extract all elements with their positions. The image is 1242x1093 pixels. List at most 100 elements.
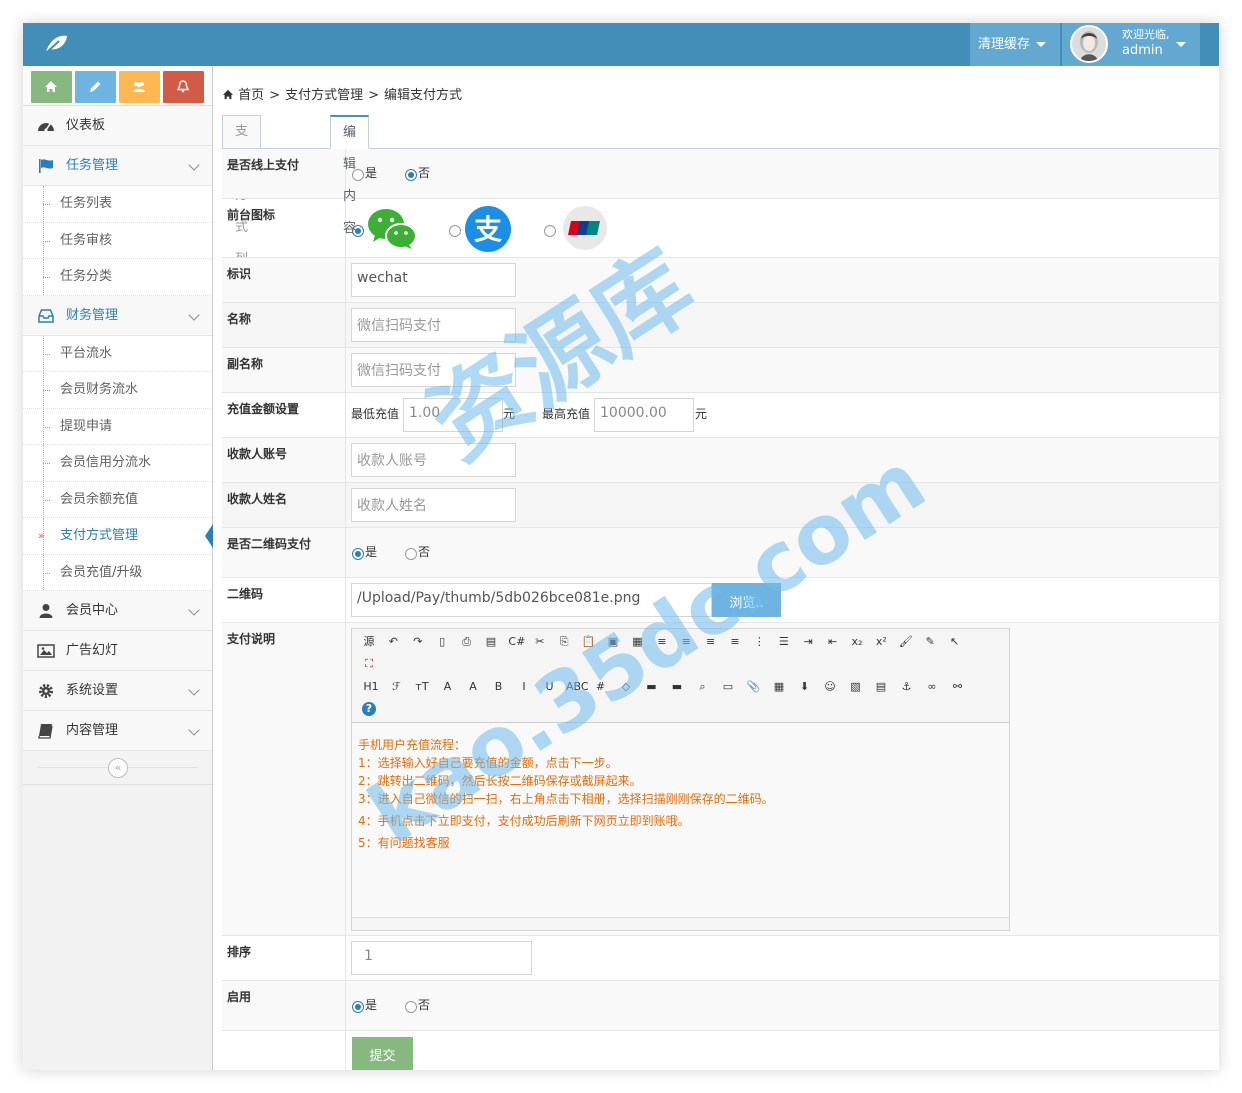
sidebar-subitem-credit-flow[interactable]: 会员信用分流水 bbox=[23, 445, 212, 482]
fullscreen-icon[interactable]: ⛶ bbox=[362, 657, 376, 671]
editor-tool-button[interactable]: ◇ bbox=[617, 680, 635, 694]
sidebar-subitem-balance-recharge[interactable]: 会员余额充值 bbox=[23, 481, 212, 518]
sidebar-subitem-member-upgrade[interactable]: 会员充值/升级 bbox=[23, 554, 212, 591]
editor-tool-button[interactable]: ↶ bbox=[386, 635, 400, 649]
editor-tool-button[interactable]: ▦ bbox=[630, 635, 644, 649]
bell-shortcut-button[interactable] bbox=[163, 71, 204, 103]
editor-tool-button[interactable]: ABC bbox=[566, 680, 589, 694]
editor-tool-button[interactable]: ⬇ bbox=[796, 680, 814, 694]
editor-tool-button[interactable]: ▦ bbox=[770, 680, 788, 694]
editor-tool-button[interactable]: ▧ bbox=[847, 680, 865, 694]
sidebar-item-task-management[interactable]: 任务管理 bbox=[23, 146, 212, 186]
editor-tool-button[interactable]: ☰ bbox=[777, 635, 791, 649]
ident-input[interactable]: wechat bbox=[351, 263, 516, 297]
breadcrumb-level1-link[interactable]: 支付方式管理 bbox=[285, 88, 363, 103]
qr-pay-yes-radio[interactable] bbox=[352, 548, 364, 560]
sidebar-item-system-settings[interactable]: 系统设置 bbox=[23, 671, 212, 711]
editor-tool-button[interactable]: ⚓ bbox=[898, 680, 916, 694]
editor-tool-button[interactable]: I bbox=[515, 680, 533, 694]
submit-button[interactable]: 提交 bbox=[352, 1037, 413, 1070]
editor-tool-button[interactable]: ▤ bbox=[872, 680, 890, 694]
icon-alipay-radio[interactable] bbox=[449, 225, 461, 237]
qrcode-path-input[interactable]: /Upload/Pay/thumb/5db026bce081e.png bbox=[351, 583, 712, 617]
enable-no-radio[interactable] bbox=[405, 1001, 417, 1013]
name-input[interactable]: 微信扫码支付 bbox=[351, 308, 516, 342]
sidebar-subitem-payment-methods[interactable]: » 支付方式管理 bbox=[23, 518, 213, 555]
editor-tool-button[interactable]: ▬ bbox=[668, 680, 686, 694]
editor-tool-button[interactable]: ⚯ bbox=[949, 680, 967, 694]
online-pay-no-radio[interactable] bbox=[405, 169, 417, 181]
editor-content[interactable]: 手机用户充值流程： 1：选择输入好自己要充值的金额，点击下一步。 2：跳转出二维… bbox=[352, 724, 1009, 917]
editor-tool-button[interactable]: x² bbox=[874, 635, 888, 649]
editor-tool-button[interactable]: ≡ bbox=[704, 635, 718, 649]
editor-tool-button[interactable]: ⋮ bbox=[752, 635, 766, 649]
subname-input[interactable]: 微信扫码支付 bbox=[351, 353, 516, 387]
clear-cache-dropdown[interactable]: 清理缓存 bbox=[970, 23, 1060, 66]
editor-tool-button[interactable]: тT bbox=[413, 680, 431, 694]
editor-tool-button[interactable]: 📎 bbox=[745, 680, 763, 694]
enable-yes-radio[interactable] bbox=[352, 1001, 364, 1013]
sidebar-item-content-management[interactable]: 内容管理 bbox=[23, 711, 212, 751]
editor-tool-button[interactable]: ⎙ bbox=[460, 635, 474, 649]
sidebar-subitem-task-review[interactable]: 任务审核 bbox=[23, 222, 212, 259]
sidebar-subitem-task-list[interactable]: 任务列表 bbox=[23, 186, 212, 223]
sidebar-item-ad-slides[interactable]: 广告幻灯 bbox=[23, 631, 212, 671]
editor-tool-button[interactable]: ↷ bbox=[411, 635, 425, 649]
editor-tool-button[interactable]: B bbox=[490, 680, 508, 694]
editor-tool-button[interactable]: ↖ bbox=[948, 635, 962, 649]
editor-tool-button[interactable]: ▭ bbox=[719, 680, 737, 694]
editor-tool-button[interactable]: U bbox=[541, 680, 559, 694]
editor-resize-bar[interactable] bbox=[352, 917, 1009, 930]
tab-payment-list[interactable]: 支付方式列表 bbox=[222, 115, 262, 299]
payee-account-input[interactable]: 收款人账号 bbox=[351, 443, 516, 477]
editor-tool-button[interactable]: ☺ bbox=[821, 680, 839, 694]
editor-tool-button[interactable]: ⌕ bbox=[694, 680, 712, 694]
editor-tool-button[interactable]: ▤ bbox=[484, 635, 498, 649]
editor-tool-button[interactable]: ≡ bbox=[728, 635, 742, 649]
payee-name-input[interactable]: 收款人姓名 bbox=[351, 488, 516, 522]
editor-tool-button[interactable]: x₂ bbox=[850, 635, 864, 649]
sidebar-collapse-button[interactable]: « bbox=[108, 758, 128, 778]
editor-tool-button[interactable]: ✎ bbox=[923, 635, 937, 649]
editor-tool-button[interactable]: ▣ bbox=[606, 635, 620, 649]
editor-tool-button[interactable]: # bbox=[592, 680, 610, 694]
browse-button[interactable]: 浏览.. bbox=[712, 583, 781, 617]
min-recharge-input[interactable]: 1.00 bbox=[403, 398, 503, 432]
editor-tool-button[interactable]: ▬ bbox=[643, 680, 661, 694]
editor-tool-button[interactable]: ⇥ bbox=[801, 635, 815, 649]
editor-tool-button[interactable]: 🖌 bbox=[899, 635, 913, 649]
editor-tool-button[interactable]: ℱ bbox=[388, 680, 406, 694]
sidebar-item-dashboard[interactable]: 仪表板 bbox=[23, 106, 212, 146]
sidebar-subitem-task-category[interactable]: 任务分类 bbox=[23, 259, 212, 296]
editor-tool-button[interactable]: H1 bbox=[362, 680, 380, 694]
icon-unionpay-radio[interactable] bbox=[544, 225, 556, 237]
home-shortcut-button[interactable] bbox=[31, 71, 72, 103]
help-icon[interactable]: ? bbox=[362, 702, 376, 716]
users-shortcut-button[interactable] bbox=[119, 71, 160, 103]
edit-shortcut-button[interactable] bbox=[75, 71, 116, 103]
sidebar-item-finance-management[interactable]: 财务管理 bbox=[23, 295, 212, 336]
max-recharge-input[interactable]: 10000.00 bbox=[594, 398, 694, 432]
editor-tool-button[interactable]: A bbox=[464, 680, 482, 694]
editor-tool-button[interactable]: ✂ bbox=[533, 635, 547, 649]
editor-tool-button[interactable]: ⇤ bbox=[826, 635, 840, 649]
sort-input[interactable]: 1 bbox=[351, 941, 532, 975]
sidebar-subitem-platform-flow[interactable]: 平台流水 bbox=[23, 335, 212, 372]
sidebar-subitem-withdraw-request[interactable]: 提现申请 bbox=[23, 408, 212, 445]
editor-tool-button[interactable]: 源 bbox=[362, 635, 376, 649]
editor-tool-button[interactable]: 📋 bbox=[582, 635, 596, 649]
sidebar-item-member-center[interactable]: 会员中心 bbox=[23, 591, 212, 631]
leaf-logo-icon[interactable] bbox=[43, 33, 69, 55]
editor-tool-button[interactable]: C# bbox=[508, 635, 525, 649]
editor-tool-button[interactable]: ⎘ bbox=[557, 635, 571, 649]
user-menu[interactable]: 欢迎光临, admin bbox=[1062, 23, 1200, 66]
breadcrumb-home-link[interactable]: 首页 bbox=[238, 88, 264, 103]
tab-edit-content[interactable]: 编辑内容 bbox=[330, 115, 370, 236]
editor-tool-button[interactable]: A bbox=[439, 680, 457, 694]
sidebar-subitem-member-finance-flow[interactable]: 会员财务流水 bbox=[23, 372, 212, 409]
qr-pay-no-radio[interactable] bbox=[405, 548, 417, 560]
editor-tool-button[interactable]: ▯ bbox=[435, 635, 449, 649]
editor-tool-button[interactable]: ≡ bbox=[679, 635, 693, 649]
editor-tool-button[interactable]: ∞ bbox=[923, 680, 941, 694]
editor-tool-button[interactable]: ≡ bbox=[655, 635, 669, 649]
